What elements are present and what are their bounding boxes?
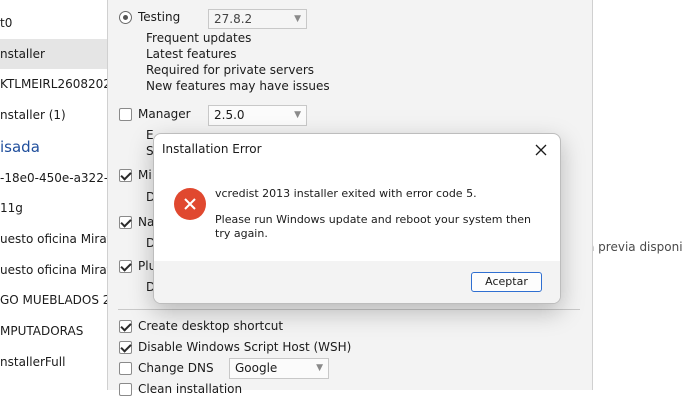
chevron-down-icon: ▼ <box>294 110 301 120</box>
option-label: Mi <box>138 168 152 182</box>
error-message-1: vcredist 2013 installer exited with erro… <box>215 187 477 200</box>
disable-wsh-checkbox[interactable] <box>119 341 132 354</box>
list-item-label: t0 <box>0 16 13 30</box>
change-dns-checkbox[interactable] <box>119 362 132 375</box>
error-x-glyph <box>184 198 196 210</box>
error-message-2: Please run Windows update and reboot you… <box>215 213 532 240</box>
manager-label: Manager <box>138 107 191 121</box>
option-label: Na <box>138 215 155 229</box>
preview-pane <box>592 0 683 390</box>
list-item-label: KTLMEIRL2608202416 <box>0 77 108 91</box>
option-checkbox[interactable] <box>119 260 132 273</box>
list-item-label: MPUTADORAS <box>0 324 84 338</box>
list-item[interactable]: -18e0-450e-a322-f4ad <box>0 163 108 193</box>
list-item[interactable]: nstaller (1) <box>0 100 108 130</box>
list-item[interactable]: 11g <box>0 193 108 223</box>
close-icon[interactable] <box>530 139 552 161</box>
close-icon-svg <box>535 144 547 156</box>
testing-desc-2: Latest features <box>146 47 237 61</box>
list-item-label: nstaller (1) <box>0 108 66 122</box>
file-list: t0 nstaller KTLMEIRL2608202416 nstaller … <box>0 0 108 390</box>
list-item-label: uesto oficina Miraflores <box>0 263 108 277</box>
list-item-label: nstaller <box>0 47 45 61</box>
testing-version-select[interactable]: 27.8.2 ▼ <box>208 9 307 29</box>
testing-desc-3: Required for private servers <box>146 63 315 77</box>
manager-checkbox[interactable] <box>119 108 132 121</box>
list-item[interactable]: KTLMEIRL2608202416 <box>0 69 108 99</box>
list-item-label: GO MUEBLADOS 2024 <box>0 293 108 307</box>
preview-text: a previa disponible <box>587 240 683 254</box>
list-item-label: uesto oficina Miraflores <box>0 232 108 246</box>
dialog-title: Installation Error <box>162 142 262 156</box>
disable-wsh-label: Disable Windows Script Host (WSH) <box>138 340 352 354</box>
list-section-heading: isada <box>0 132 108 162</box>
list-heading-label: isada <box>0 138 40 156</box>
section-divider <box>118 309 580 310</box>
option-checkbox[interactable] <box>119 169 132 182</box>
chevron-down-icon: ▼ <box>316 363 323 373</box>
dns-value: Google <box>235 361 278 375</box>
testing-label: Testing <box>138 10 181 24</box>
list-item-label: -18e0-450e-a322-f4ad <box>0 171 108 185</box>
clean-install-label: Clean installation <box>138 382 243 396</box>
dialog-footer: Aceptar <box>154 261 560 303</box>
list-item-label: nstallerFull <box>0 355 66 369</box>
dns-select[interactable]: Google ▼ <box>229 358 329 379</box>
list-item[interactable]: uesto oficina Miraflores <box>0 255 108 285</box>
list-item[interactable]: nstallerFull <box>0 347 108 377</box>
chevron-down-icon: ▼ <box>294 14 301 24</box>
error-dialog: Installation Error vcredist 2013 install… <box>153 133 561 304</box>
manager-version-select[interactable]: 2.5.0 ▼ <box>208 105 307 126</box>
testing-version-value: 27.8.2 <box>214 12 253 26</box>
testing-desc-1: Frequent updates <box>146 31 252 45</box>
testing-desc-4: New features may have issues <box>146 79 330 93</box>
manager-version-value: 2.5.0 <box>214 108 245 122</box>
list-item[interactable]: GO MUEBLADOS 2024 <box>0 285 108 315</box>
change-dns-label: Change DNS <box>138 361 214 375</box>
desktop-shortcut-checkbox[interactable] <box>119 320 132 333</box>
list-item[interactable]: MPUTADORAS <box>0 316 108 346</box>
list-item-selected[interactable]: nstaller <box>0 39 108 69</box>
accept-button[interactable]: Aceptar <box>471 272 542 292</box>
list-item-label: 11g <box>0 201 23 215</box>
list-item[interactable]: uesto oficina Miraflores <box>0 224 108 254</box>
desktop-shortcut-label: Create desktop shortcut <box>138 319 284 333</box>
list-item[interactable]: t0 <box>0 8 108 38</box>
option-checkbox[interactable] <box>119 216 132 229</box>
error-x-icon <box>174 188 206 220</box>
testing-radio[interactable] <box>119 11 132 24</box>
